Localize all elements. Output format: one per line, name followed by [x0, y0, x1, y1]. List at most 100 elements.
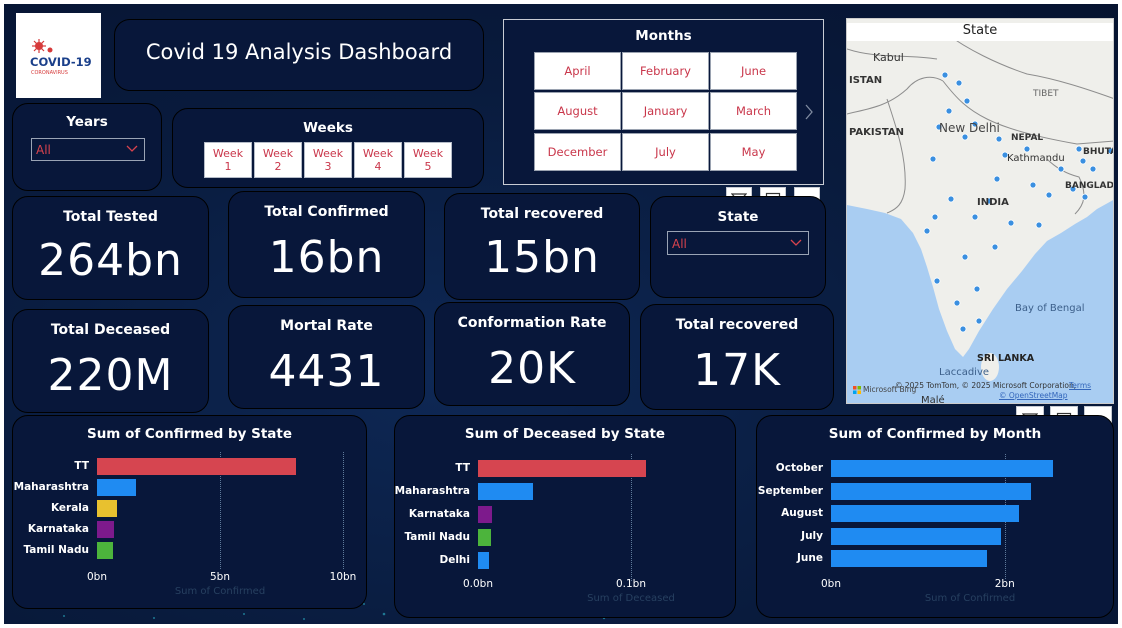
x-tick-label: 0.0bn	[462, 578, 494, 590]
bar-tt[interactable]	[97, 458, 297, 475]
kpi-label: Total recovered	[675, 317, 799, 333]
state-map[interactable]: State Kabul ISTAN TIBET PAKISTAN New Del…	[846, 18, 1114, 404]
map-osm-link[interactable]: © OpenStreetMap	[999, 391, 1068, 400]
month-button-april[interactable]: April	[534, 52, 621, 90]
kpi-conformation-rate: Conformation Rate 20K	[434, 302, 630, 406]
x-axis-title: Sum of Confirmed	[924, 593, 1016, 604]
week-button-2[interactable]: Week 2	[254, 142, 302, 178]
chevron-right-icon[interactable]	[804, 104, 814, 120]
x-tick-label: 0bn	[820, 578, 842, 590]
kpi-total-recovered: Total recovered 15bn	[444, 193, 640, 300]
y-category-label: Maharashtra	[13, 481, 89, 493]
x-tick-label: 0.1bn	[615, 578, 647, 590]
kpi-label: Mortal Rate	[280, 318, 373, 334]
years-label: Years	[66, 114, 108, 130]
y-category-label: Tamil Nadu	[23, 544, 89, 556]
x-axis-title: Sum of Confirmed	[174, 586, 266, 597]
week-number: 3	[324, 160, 332, 173]
bar-delhi[interactable]	[478, 552, 489, 569]
bar-tamil-nadu[interactable]	[97, 542, 113, 559]
virus-icon	[32, 39, 53, 53]
kpi-label: Total Confirmed	[264, 204, 389, 220]
month-button-december[interactable]: December	[534, 133, 621, 171]
logo-brand: COVID-19	[30, 55, 92, 69]
bar-october[interactable]	[831, 460, 1054, 477]
month-button-february[interactable]: February	[622, 52, 709, 90]
kpi-label: Total recovered	[480, 206, 604, 222]
map-label-sri-lanka: SRI LANKA	[977, 353, 1035, 364]
bar-tamil-nadu[interactable]	[478, 529, 491, 546]
x-tick-label: 10bn	[329, 571, 357, 583]
bar-kerala[interactable]	[97, 500, 117, 517]
kpi-mortal-rate: Mortal Rate 4431	[228, 305, 425, 409]
chevron-down-icon	[790, 239, 802, 246]
week-button-4[interactable]: Week 4	[354, 142, 402, 178]
map-label-india: INDIA	[977, 197, 1009, 208]
map-label-kathmandu: Kathmandu	[1007, 153, 1065, 164]
bar-august[interactable]	[831, 505, 1019, 522]
week-number: 2	[274, 160, 282, 173]
kpi-label: Total Tested	[63, 209, 158, 225]
month-button-august[interactable]: August	[534, 92, 621, 130]
y-category-label: Karnataka	[27, 523, 89, 535]
x-tick-label: 2bn	[994, 578, 1015, 590]
map-label-bay-of-bengal: Bay of Bengal	[1015, 303, 1085, 314]
kpi-value: 16bn	[268, 232, 385, 283]
week-word: Week	[412, 147, 444, 160]
x-axis-title: Sum of Deceased	[587, 593, 675, 604]
map-label-pakistan: PAKISTAN	[849, 127, 904, 138]
week-number: 5	[424, 160, 432, 173]
map-label-bangladesh: BANGLAD	[1065, 181, 1114, 191]
bar-june[interactable]	[831, 550, 988, 567]
y-category-label: TT	[74, 460, 89, 472]
chart-confirmed-by-month: Sum of Confirmed by Month 0bn 2bn October S…	[756, 415, 1114, 618]
month-button-june[interactable]: June	[710, 52, 797, 90]
bar-tt[interactable]	[478, 460, 647, 477]
map-label-istan: ISTAN	[849, 75, 883, 86]
week-button-1[interactable]: Week 1	[204, 142, 252, 178]
month-button-may[interactable]: May	[710, 133, 797, 171]
dashboard-canvas: COVID-19 CORONAVIRUS Covid 19 Analysis D…	[4, 4, 1118, 624]
months-slicer: Months April February June August Januar…	[503, 19, 824, 185]
state-slicer: State All	[650, 196, 826, 298]
bar-maharashtra[interactable]	[97, 479, 137, 496]
map-label-male: Malé	[921, 395, 945, 404]
month-button-march[interactable]: March	[710, 92, 797, 130]
state-selected: All	[672, 237, 687, 251]
bar-july[interactable]	[831, 527, 1002, 545]
bar-september[interactable]	[831, 482, 1031, 500]
y-category-label: Karnataka	[408, 508, 470, 520]
weeks-label: Weeks	[303, 120, 353, 136]
state-label: State	[717, 209, 759, 225]
chart-confirmed-by-state: Sum of Confirmed by State 0bn 5bn 10bn TT Ma…	[12, 415, 367, 609]
kpi-value: 17K	[693, 345, 781, 396]
map-label-laccadive: Laccadive	[939, 367, 990, 378]
kpi-value: 220M	[47, 350, 174, 401]
chart-title: Sum of Deceased by State	[464, 426, 666, 442]
week-word: Week	[212, 147, 244, 160]
week-button-5[interactable]: Week 5	[404, 142, 452, 178]
map-terms-link[interactable]: Terms	[1069, 381, 1091, 390]
kpi-value: 264bn	[38, 235, 183, 286]
bar-karnataka[interactable]	[97, 521, 115, 538]
months-label: Months	[635, 28, 692, 44]
weeks-slicer: Weeks Week 1 Week 2 Week 3 Week 4 Week 5	[172, 108, 484, 188]
bar-maharashtra[interactable]	[478, 483, 534, 500]
y-category-label: July	[801, 529, 823, 542]
x-tick-label: 0bn	[86, 571, 108, 583]
y-category-label: June	[797, 552, 823, 564]
years-dropdown[interactable]: All	[31, 138, 145, 161]
month-button-july[interactable]: July	[622, 133, 709, 171]
y-category-label: October	[775, 462, 823, 474]
years-selected: All	[36, 143, 51, 157]
bar-karnataka[interactable]	[478, 506, 492, 523]
kpi-total-tested: Total Tested 264bn	[12, 196, 209, 300]
kpi-total-deceased: Total Deceased 220M	[12, 309, 209, 413]
month-button-january[interactable]: January	[622, 92, 709, 130]
state-dropdown[interactable]: All	[667, 231, 809, 255]
x-tick-label: 5bn	[209, 571, 231, 583]
kpi-value: 15bn	[484, 232, 600, 283]
y-category-label: TT	[455, 462, 470, 474]
y-category-label: Kerala	[50, 502, 89, 514]
week-button-3[interactable]: Week 3	[304, 142, 352, 178]
